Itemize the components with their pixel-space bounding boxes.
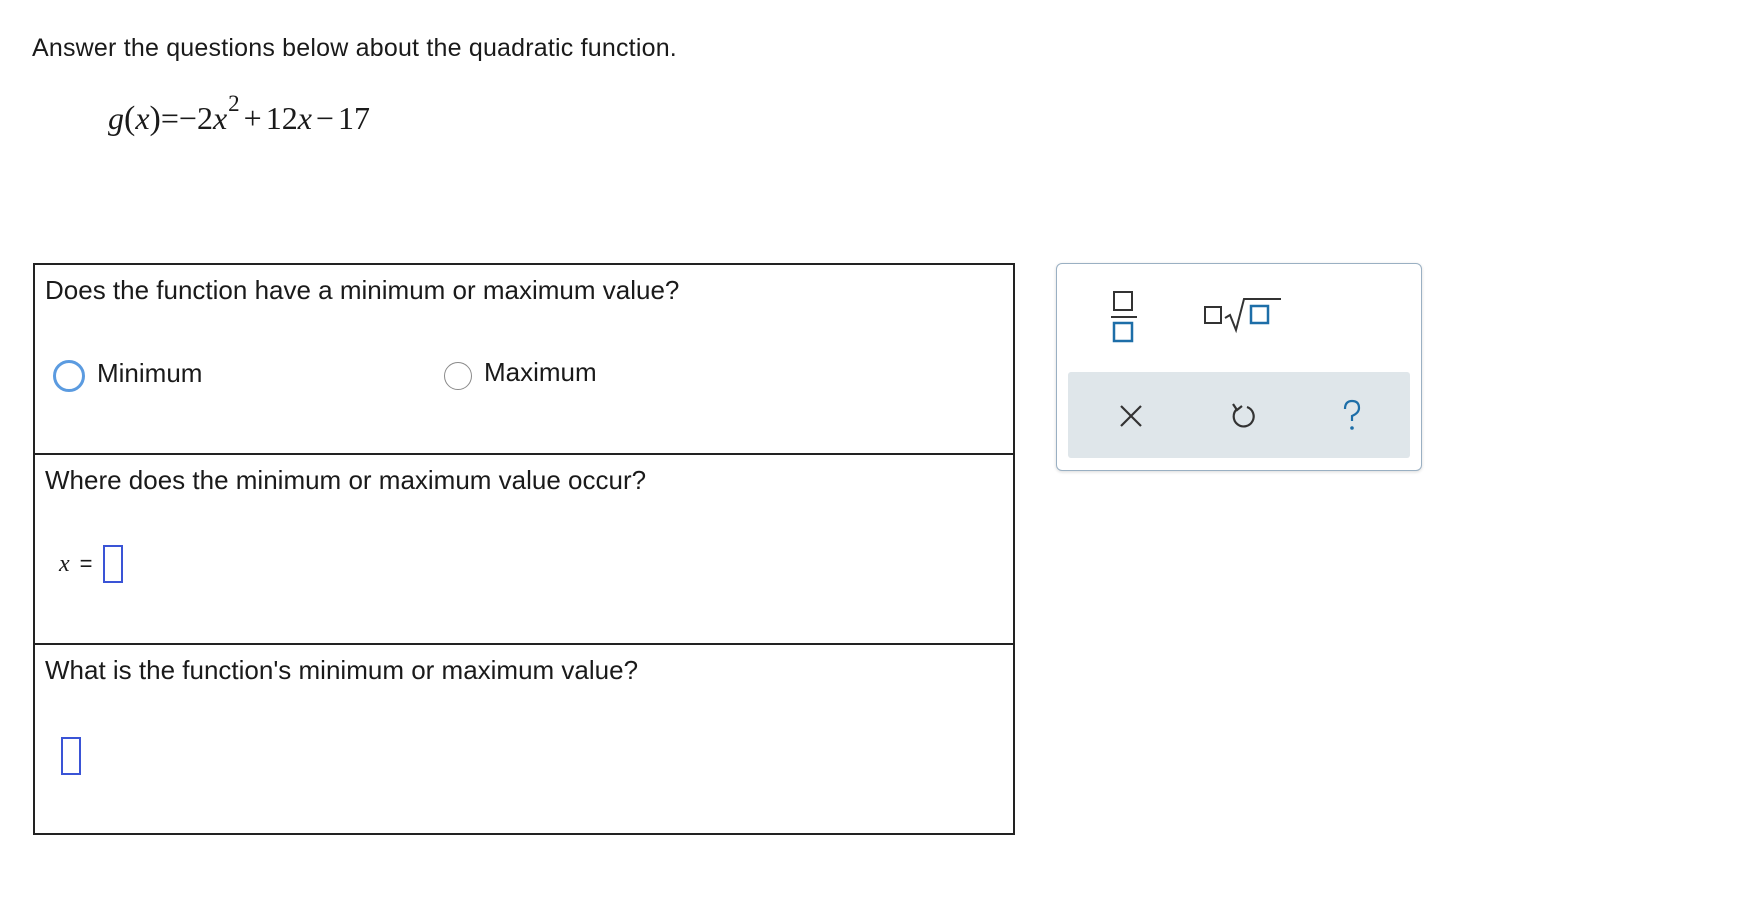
help-icon[interactable] bbox=[1334, 397, 1370, 433]
answer-variable-label: x bbox=[59, 550, 70, 577]
option-minimum[interactable]: Minimum bbox=[53, 358, 202, 392]
question-row-1: Does the function have a minimum or maxi… bbox=[35, 265, 1013, 455]
x-term: x bbox=[212, 100, 228, 136]
answer-equals: = bbox=[79, 551, 93, 576]
function-variable: x bbox=[135, 100, 150, 136]
question-row-3: What is the function's minimum or maximu… bbox=[35, 645, 1013, 833]
undo-icon[interactable] bbox=[1225, 397, 1261, 433]
question-row-2: Where does the minimum or maximum value … bbox=[35, 455, 1013, 645]
vertex-x-answer: x = bbox=[59, 545, 123, 583]
question-2-text: Where does the minimum or maximum value … bbox=[45, 465, 647, 495]
operator-plus: + bbox=[243, 100, 262, 136]
extreme-value-answer bbox=[61, 737, 81, 775]
toolbox-action-bar bbox=[1068, 372, 1410, 458]
vertex-x-input[interactable] bbox=[102, 545, 123, 583]
exponent: 2 bbox=[228, 91, 240, 116]
radio-maximum[interactable] bbox=[444, 361, 472, 390]
questions-table: Does the function have a minimum or maxi… bbox=[33, 263, 1015, 835]
close-icon[interactable] bbox=[1113, 397, 1149, 433]
option-minimum-label[interactable]: Minimum bbox=[97, 358, 202, 389]
equals-sign: = bbox=[160, 100, 179, 136]
question-3-text: What is the function's minimum or maximu… bbox=[45, 655, 639, 685]
fraction-icon[interactable] bbox=[1109, 290, 1139, 344]
function-name: g bbox=[108, 100, 124, 136]
extreme-value-input[interactable] bbox=[61, 737, 81, 775]
constant-c: 17 bbox=[337, 100, 370, 136]
operator-minus: − bbox=[315, 100, 334, 136]
question-1-text: Does the function have a minimum or maxi… bbox=[45, 275, 680, 305]
option-maximum[interactable]: Maximum bbox=[444, 357, 597, 391]
sqrt-icon[interactable] bbox=[1203, 294, 1283, 334]
function-formula: g(x)=−2x2 +12x −17 bbox=[108, 91, 370, 137]
coef-a: 2 bbox=[196, 100, 213, 136]
x-term-linear: x bbox=[297, 100, 312, 136]
lead-sign: − bbox=[178, 100, 197, 136]
math-toolbox bbox=[1056, 263, 1422, 471]
option-maximum-label[interactable]: Maximum bbox=[484, 357, 597, 388]
coef-b: 12 bbox=[265, 100, 298, 136]
radio-minimum[interactable] bbox=[53, 360, 85, 392]
instruction-text: Answer the questions below about the qua… bbox=[32, 34, 677, 62]
